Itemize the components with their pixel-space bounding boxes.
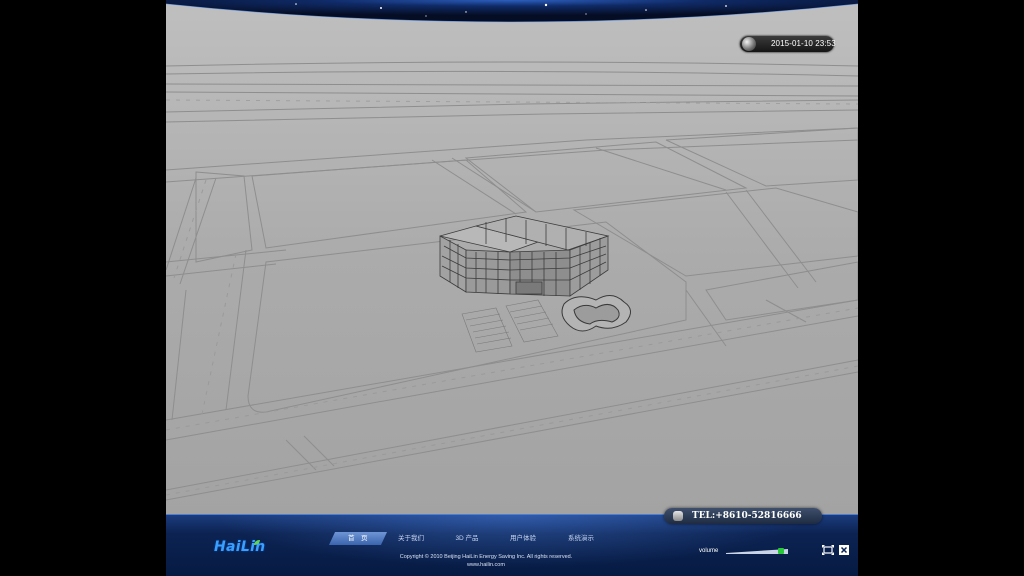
nav-item-user-experience[interactable]: 用户体验 — [500, 532, 546, 545]
fullscreen-icon[interactable] — [822, 545, 834, 555]
website-link[interactable]: www.hailin.com — [326, 562, 646, 568]
nav-item-system-demo[interactable]: 系统演示 — [556, 532, 606, 545]
landscape-garden — [561, 295, 631, 332]
tel-bar: TEL:+8610-52816666 — [664, 508, 822, 524]
app-window: 2015-01-10 23:53 HaiLin 首 页 关于我们 3D 产品 用… — [166, 0, 858, 576]
moon-orb-icon — [742, 37, 756, 51]
volume-label: volume — [699, 548, 719, 554]
nav-item-3d-products[interactable]: 3D 产品 — [444, 532, 490, 545]
copyright-text: Copyright © 2010 Beijing HaiLin Energy S… — [399, 554, 573, 560]
nav-item-about[interactable]: 关于我们 — [388, 532, 434, 545]
volume-slider-knob[interactable] — [777, 548, 784, 554]
nav-item-home[interactable]: 首 页 — [328, 532, 388, 545]
clock-display: 2015-01-10 23:53 — [740, 36, 836, 52]
close-icon[interactable] — [839, 545, 849, 555]
tel-number: TEL:+8610-52816666 — [692, 511, 802, 521]
phone-icon — [673, 511, 683, 521]
clock-datetime: 2015-01-10 23:53 — [771, 39, 836, 48]
